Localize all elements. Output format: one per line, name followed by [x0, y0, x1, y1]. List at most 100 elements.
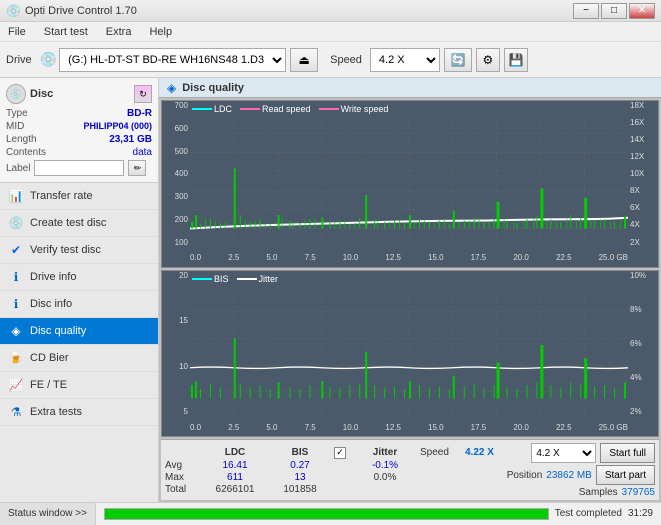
total-bis: 101858	[270, 484, 330, 495]
main-area: 💿 Disc ↻ Type BD-R MID PHILIPP04 (000) L…	[0, 78, 661, 502]
charts-area: LDC Read speed Write speed	[159, 98, 661, 502]
max-ldc: 611	[200, 472, 270, 483]
chart1-legend: LDC Read speed Write speed	[192, 104, 388, 114]
disc-label-label: Label	[6, 163, 30, 174]
y-label-400: 400	[175, 169, 188, 178]
start-full-button[interactable]: Start full	[600, 443, 655, 463]
y-label-700: 700	[175, 101, 188, 110]
disc-header: 💿 Disc ↻	[6, 84, 152, 104]
bis-chart: BIS Jitter 20 15 10 5	[161, 270, 659, 438]
sidebar-item-transfer-rate[interactable]: 📊 Transfer rate	[0, 183, 158, 210]
disc-refresh-button[interactable]: ↻	[134, 85, 152, 103]
disc-label-input[interactable]	[34, 160, 124, 176]
y-label-300: 300	[175, 192, 188, 201]
stats-speed-row: 4.2 X Start full	[531, 443, 655, 463]
stats-samples-row: Samples 379765	[579, 487, 655, 498]
readspeed-legend-color	[240, 108, 260, 110]
total-ldc: 6266101	[200, 484, 270, 495]
sidebar-item-create-test-disc[interactable]: 💿 Create test disc	[0, 210, 158, 237]
y-label-500: 500	[175, 147, 188, 156]
menu-extra[interactable]: Extra	[102, 24, 136, 40]
settings-button[interactable]: ⚙	[476, 48, 500, 72]
disc-title: Disc	[30, 88, 53, 100]
x2-label-22-5: 22.5	[556, 423, 572, 432]
chart2-y-axis-right: 10% 8% 6% 4% 2%	[628, 271, 658, 417]
stats-section: LDC BIS ✓ Jitter Speed 4.22 X Avg	[161, 439, 659, 500]
stats-position-row: Position 23862 MB Start part	[507, 465, 655, 485]
speed-select[interactable]: 4.2 X	[370, 48, 440, 72]
max-jitter: 0.0%	[350, 472, 420, 483]
sidebar-item-disc-quality[interactable]: ◈ Disc quality	[0, 318, 158, 345]
y-right-6x: 6X	[630, 203, 640, 212]
sidebar-item-disc-info-label: Disc info	[30, 298, 72, 310]
sidebar-item-create-test-disc-label: Create test disc	[30, 217, 106, 229]
y2-right-4pct: 4%	[630, 373, 642, 382]
close-button[interactable]: ✕	[629, 3, 655, 19]
cd-bier-icon: 🍺	[8, 350, 24, 366]
drive-label: Drive	[6, 54, 32, 66]
progress-bar-container	[104, 508, 549, 520]
jitter-legend-item: Jitter	[237, 274, 279, 284]
disc-label-button[interactable]: ✏	[128, 160, 146, 176]
x-label-20: 20.0	[513, 253, 529, 262]
stats-row-1: LDC BIS ✓ Jitter Speed 4.22 X Avg	[165, 443, 655, 498]
jitter-legend-color	[237, 278, 257, 280]
disc-contents-row: Contents data	[6, 147, 152, 158]
save-button[interactable]: 💾	[504, 48, 528, 72]
x-label-15: 15.0	[428, 253, 444, 262]
status-window-button[interactable]: Status window >>	[0, 503, 96, 525]
readspeed-legend-label: Read speed	[262, 104, 311, 114]
readspeed-legend-item: Read speed	[240, 104, 311, 114]
x-label-5: 5.0	[266, 253, 277, 262]
minimize-button[interactable]: −	[573, 3, 599, 19]
chart1-svg	[190, 115, 628, 249]
sidebar-item-disc-quality-label: Disc quality	[30, 325, 86, 337]
y2-label-5: 5	[184, 407, 188, 416]
menu-help[interactable]: Help	[145, 24, 176, 40]
eject-button[interactable]: ⏏	[290, 48, 318, 72]
menu-file[interactable]: File	[4, 24, 30, 40]
x-label-17-5: 17.5	[471, 253, 487, 262]
start-part-button[interactable]: Start part	[596, 465, 655, 485]
content-title: Disc quality	[182, 82, 244, 94]
y2-right-6pct: 6%	[630, 339, 642, 348]
jitter-legend-label: Jitter	[259, 274, 279, 284]
writespeed-legend-color	[319, 108, 339, 110]
disc-label-row: Label ✏	[6, 160, 152, 176]
extra-tests-icon: ⚗	[8, 404, 24, 420]
disc-info-icon: ℹ	[8, 296, 24, 312]
disc-type-label: Type	[6, 108, 28, 119]
y-right-12x: 12X	[630, 152, 644, 161]
ldc-col-header: LDC	[200, 447, 270, 459]
refresh-button[interactable]: 🔄	[444, 48, 472, 72]
disc-length-value: 23,31 GB	[109, 134, 152, 145]
total-label: Total	[165, 484, 200, 495]
writespeed-legend-item: Write speed	[319, 104, 389, 114]
y2-label-20: 20	[179, 271, 188, 280]
x2-label-17-5: 17.5	[471, 423, 487, 432]
ldc-legend-item: LDC	[192, 104, 232, 114]
title-bar: 💿 Opti Drive Control 1.70 − □ ✕	[0, 0, 661, 22]
x2-label-5: 5.0	[266, 423, 277, 432]
sidebar-item-cd-bier[interactable]: 🍺 CD Bier	[0, 345, 158, 372]
stats-speed-select[interactable]: 4.2 X	[531, 443, 596, 463]
chart2-y-axis-left: 20 15 10 5	[162, 271, 190, 417]
sidebar-item-drive-info[interactable]: ℹ Drive info	[0, 264, 158, 291]
menu-start-test[interactable]: Start test	[40, 24, 92, 40]
avg-bis: 0.27	[270, 460, 330, 471]
sidebar-item-verify-test-disc[interactable]: ✔ Verify test disc	[0, 237, 158, 264]
drive-select[interactable]: (G:) HL-DT-ST BD-RE WH16NS48 1.D3	[59, 48, 286, 72]
position-label: Position	[507, 470, 543, 481]
y-right-10x: 10X	[630, 169, 644, 178]
speed-label: Speed	[330, 54, 362, 66]
maximize-button[interactable]: □	[601, 3, 627, 19]
x2-label-0: 0.0	[190, 423, 201, 432]
sidebar-item-fe-te[interactable]: 📈 FE / TE	[0, 372, 158, 399]
ldc-legend-color	[192, 108, 212, 110]
sidebar-item-disc-info[interactable]: ℹ Disc info	[0, 291, 158, 318]
ldc-chart: LDC Read speed Write speed	[161, 100, 659, 268]
sidebar-item-drive-info-label: Drive info	[30, 271, 76, 283]
sidebar-item-extra-tests[interactable]: ⚗ Extra tests	[0, 399, 158, 426]
disc-mid-label: MID	[6, 121, 24, 132]
jitter-checkbox[interactable]: ✓	[334, 447, 346, 459]
